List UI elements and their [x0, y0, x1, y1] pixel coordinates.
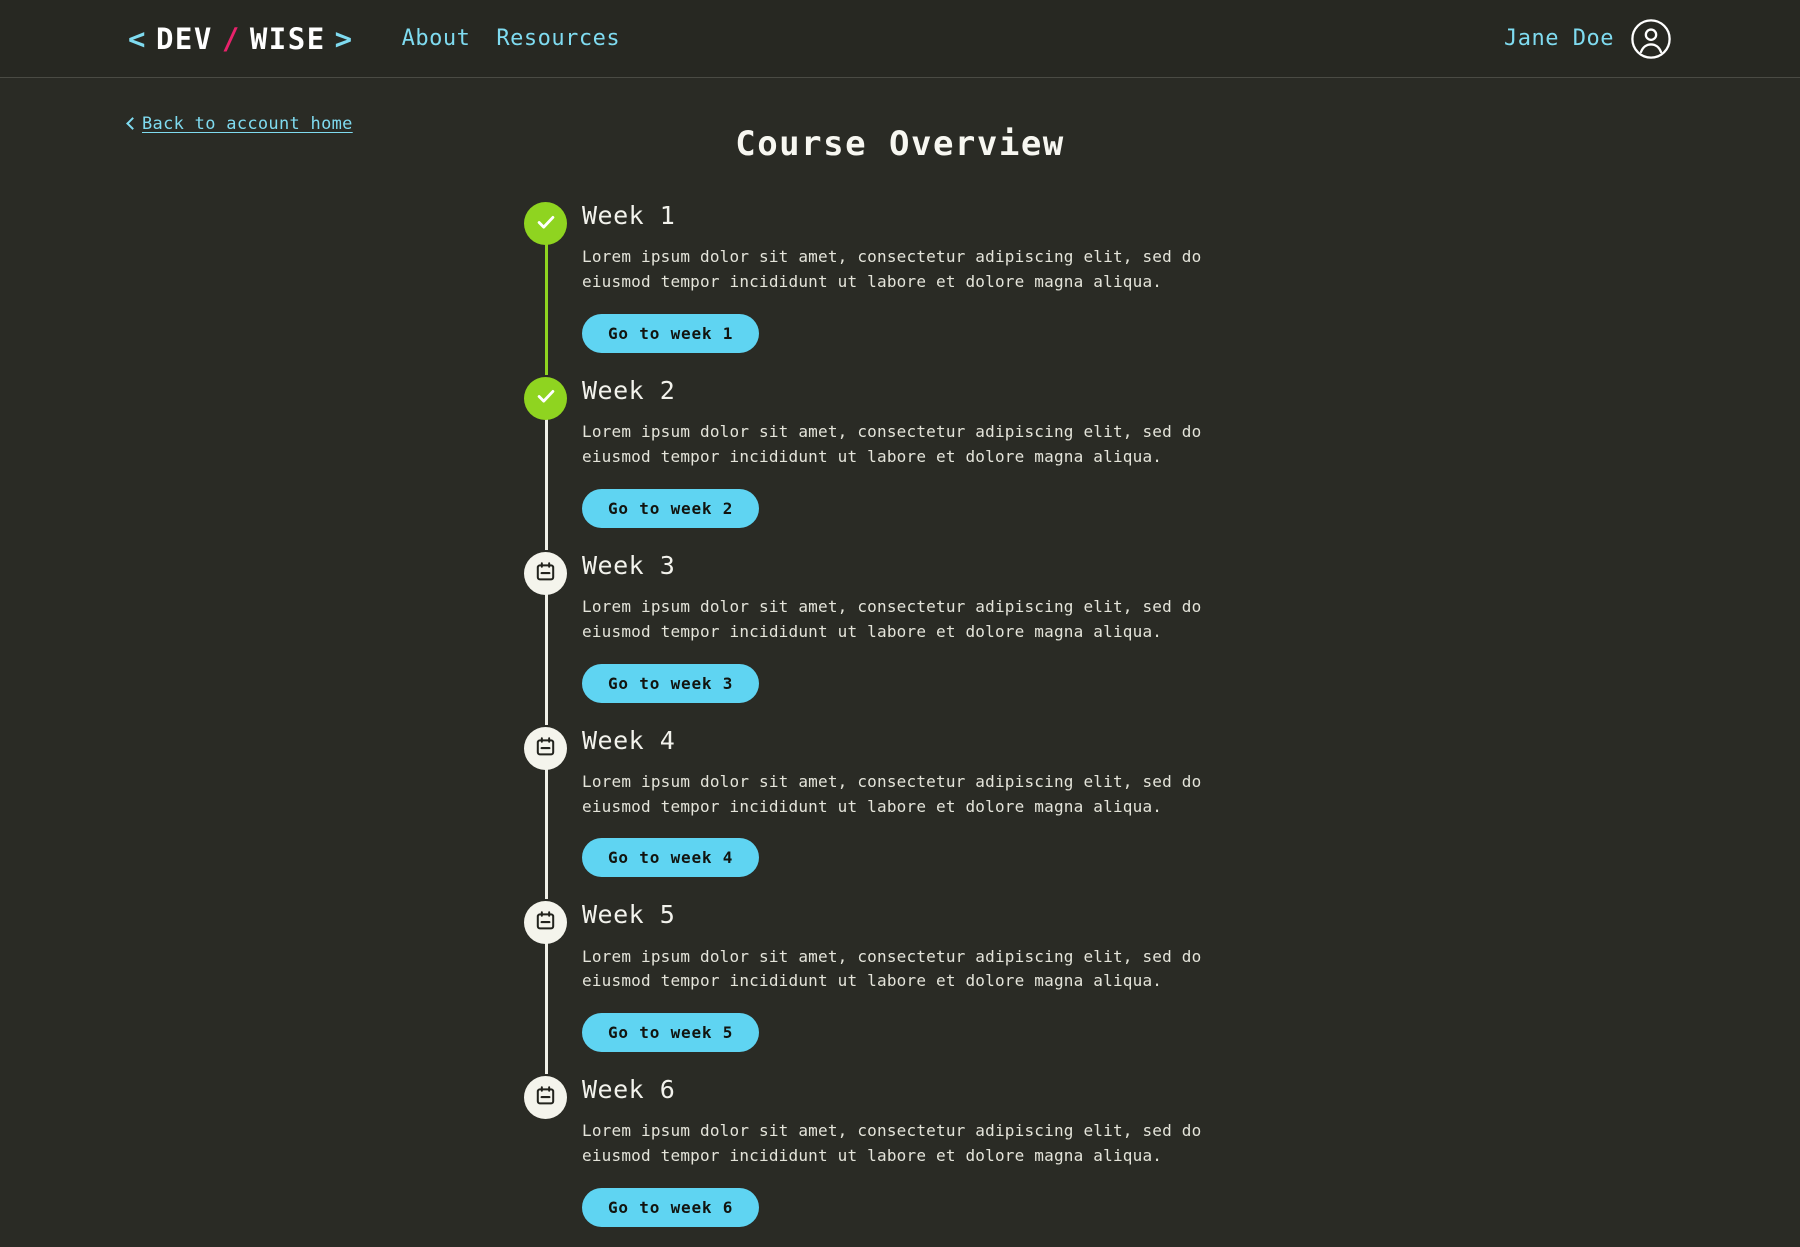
timeline-item: Week 1 Lorem ipsum dolor sit amet, conse…: [520, 200, 1280, 375]
main-nav: About Resources: [402, 26, 620, 51]
timeline-item-title: Week 2: [582, 375, 676, 405]
go-to-week-button[interactable]: Go to week 6: [582, 1188, 760, 1228]
timeline-marker-upcoming[interactable]: [524, 1076, 567, 1120]
check-icon: [535, 385, 557, 411]
user-circle-icon[interactable]: [1630, 18, 1672, 60]
go-to-week-button[interactable]: Go to week 4: [582, 838, 760, 878]
timeline-item: Week 5 Lorem ipsum dolor sit amet, conse…: [520, 899, 1280, 1075]
timeline-item-description: Lorem ipsum dolor sit amet, consectetur …: [582, 771, 1202, 816]
timeline-connector: [545, 748, 548, 900]
timeline-item-description: Lorem ipsum dolor sit amet, consectetur …: [582, 422, 1202, 466]
timeline-item-description: Lorem ipsum dolor sit amet, consectetur …: [582, 946, 1202, 991]
timeline-item-title: Week 5: [582, 900, 676, 930]
page-content: Back to account home Course Overview Wee…: [0, 78, 1800, 1247]
timeline-connector: [545, 398, 548, 550]
nav-item-resources[interactable]: Resources: [496, 26, 620, 51]
calendar-icon: [535, 736, 556, 761]
timeline-item: Week 2 Lorem ipsum dolor sit amet, conse…: [520, 375, 1280, 550]
top-header: < DEV / WISE > About Resources Jane Doe: [0, 0, 1800, 78]
user-name-label: Jane Doe: [1504, 26, 1614, 51]
logo-open-bracket: <: [128, 21, 147, 56]
logo-word-wise: WISE: [249, 21, 326, 56]
calendar-icon: [535, 910, 556, 935]
timeline-marker-upcoming[interactable]: [524, 551, 567, 595]
back-to-account-home-link[interactable]: Back to account home: [126, 114, 353, 134]
check-icon: [535, 211, 557, 237]
timeline-item: Week 4 Lorem ipsum dolor sit amet, conse…: [520, 725, 1280, 900]
timeline-item-title: Week 3: [582, 550, 676, 580]
timeline-item-title: Week 6: [582, 1075, 676, 1105]
course-timeline: Week 1 Lorem ipsum dolor sit amet, conse…: [520, 200, 1280, 1247]
user-menu[interactable]: Jane Doe: [1504, 18, 1672, 60]
timeline-connector: [545, 573, 548, 725]
timeline-item-title: Week 4: [582, 725, 676, 755]
go-to-week-button[interactable]: Go to week 1: [582, 313, 760, 353]
timeline-connector: [545, 224, 548, 375]
site-logo[interactable]: < DEV / WISE >: [128, 22, 354, 56]
go-to-week-button[interactable]: Go to week 5: [582, 1013, 760, 1053]
nav-item-about[interactable]: About: [402, 26, 471, 51]
calendar-icon: [535, 561, 556, 586]
timeline-item-description: Lorem ipsum dolor sit amet, consectetur …: [582, 247, 1202, 292]
go-to-week-button[interactable]: Go to week 3: [582, 663, 760, 703]
timeline-marker-upcoming[interactable]: [524, 901, 567, 945]
timeline-item-description: Lorem ipsum dolor sit amet, consectetur …: [582, 1121, 1202, 1166]
timeline-marker-upcoming[interactable]: [524, 726, 567, 770]
back-link-label: Back to account home: [142, 114, 353, 134]
timeline-marker-completed[interactable]: [524, 376, 567, 420]
calendar-icon: [535, 1085, 556, 1110]
timeline-item-title: Week 1: [582, 201, 676, 230]
timeline-connector: [545, 923, 548, 1075]
logo-close-bracket: >: [334, 21, 354, 56]
go-to-week-button[interactable]: Go to week 2: [582, 488, 760, 528]
timeline-item-description: Lorem ipsum dolor sit amet, consectetur …: [582, 596, 1202, 641]
timeline-item: Week 6 Lorem ipsum dolor sit amet, conse…: [520, 1074, 1280, 1247]
logo-slash: /: [221, 21, 241, 56]
logo-word-dev: DEV: [155, 21, 213, 56]
timeline-item: Week 3 Lorem ipsum dolor sit amet, conse…: [520, 550, 1280, 725]
chevron-left-icon: [126, 117, 139, 130]
timeline-marker-completed[interactable]: [524, 202, 567, 245]
